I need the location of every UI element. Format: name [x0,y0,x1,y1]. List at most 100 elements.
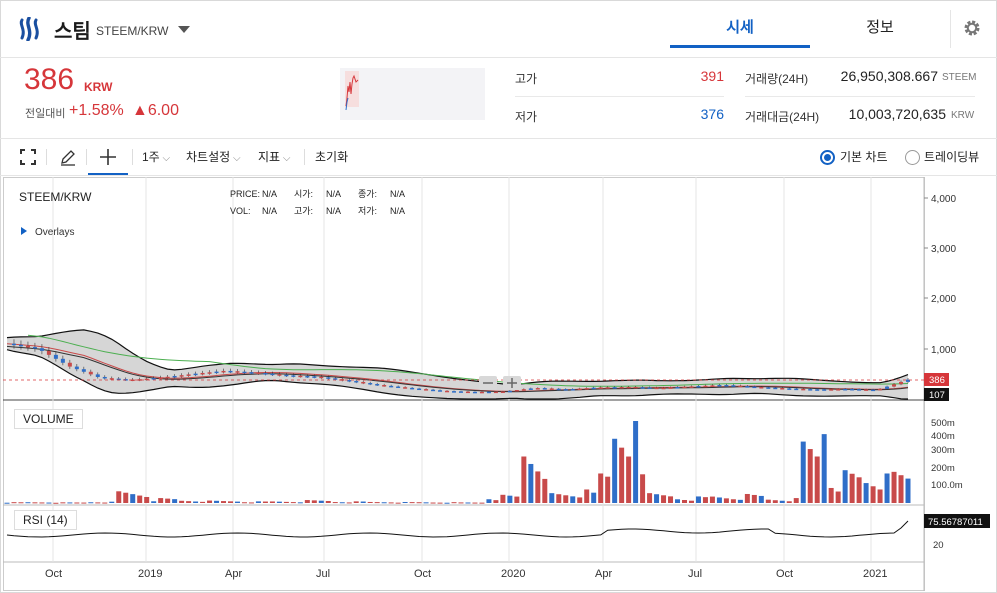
tab-info[interactable]: 정보 [810,0,950,48]
candle-body [738,385,743,388]
volume-bar [479,502,485,504]
candle-body [570,389,575,391]
gear-icon[interactable] [962,18,982,38]
candle-body [410,387,415,390]
chevron-down-icon: ⌵ [230,153,241,164]
volume-bar [116,491,122,503]
candle-body [207,372,212,374]
volume-bar [591,492,597,503]
candle-body [619,387,624,389]
volume-bar [18,502,24,504]
candle-body [780,388,785,390]
fullscreen-icon[interactable] [19,148,37,166]
time-axis-label: Apr [595,568,612,580]
volume-axis: 500m 400m 300m 200m 100.0m [931,418,963,491]
coin-dropdown-caret-icon[interactable] [178,26,190,33]
volume-tick: 400m [931,431,955,442]
volume-bar [339,502,345,504]
chart-settings-menu[interactable]: 차트설정 ⌵ [186,139,241,175]
reset-button[interactable]: 초기화 [315,139,348,175]
volume-bar [416,502,422,504]
period-select[interactable]: 1주 ⌵ [142,139,170,175]
volume-bar [109,501,115,503]
volume-bar [325,501,331,503]
volume-bar [248,502,254,504]
current-price-tag-text: 386 [929,375,945,386]
chevron-down-icon: ⌵ [280,153,291,164]
candle-body [486,391,491,394]
rsi-panel-label[interactable]: RSI (14) [14,510,77,530]
candle-body [396,386,401,389]
candle-body [871,389,876,392]
candle-body [787,388,792,390]
volume-bar [360,501,366,503]
volume-bar [723,498,729,503]
candle-body [158,377,163,380]
info-high-label: 고가: [294,206,313,216]
low-price-tag-text: 107 [929,390,945,401]
volume-panel-label[interactable]: VOLUME [14,409,83,429]
volume-bar [311,500,317,503]
tab-sise[interactable]: 시세 [670,0,810,48]
candle-body [172,375,177,378]
candle-body [102,376,107,379]
candle-body [95,374,100,377]
volume-bar [709,496,715,503]
volume-bar [255,501,261,503]
candle-body [843,388,848,391]
candle-body [899,381,904,385]
time-axis-label: Jul [688,568,702,580]
candle-body [186,374,191,376]
volume-bar [514,496,520,503]
volume-bar [11,502,17,504]
volume-bar [95,502,101,504]
amount-unit: KRW [951,110,975,121]
volume-bar [688,500,694,503]
info-close-label: 종가: [358,189,377,199]
zoom-in-button[interactable] [503,376,521,390]
volume-bar [193,501,199,503]
candle-body [46,350,51,355]
low-value: 376 [700,106,724,122]
indicators-menu[interactable]: 지표 ⌵ [258,139,290,175]
candle-body [11,343,16,346]
volume-bar [102,502,108,504]
volume-bar [891,471,897,503]
overlays-label[interactable]: Overlays [35,227,74,238]
volume-bar [737,499,743,503]
candle-body [438,390,443,392]
candle-body [67,362,72,367]
time-axis-label: 2021 [863,568,887,580]
candle-body [165,376,170,379]
volume-bar [570,496,576,503]
tradingview-radio[interactable] [905,150,920,165]
high-value: 391 [700,68,724,84]
volume-24h-label: 거래량(24H) [745,72,809,86]
volume-bar [374,502,380,504]
candle-body [689,386,694,388]
volume-bar [262,501,268,503]
basic-chart-radio[interactable] [820,150,835,165]
volume-bar [381,502,387,504]
volume-bar [437,502,443,504]
candle-body [465,391,470,394]
volume-bar [528,463,534,503]
volume-bar [123,492,129,503]
tradingview-label[interactable]: 트레이딩뷰 [924,139,979,175]
volume-bar [612,438,618,503]
volume-bar [828,487,834,503]
price-chart[interactable]: STEEM/KRW Overlays PRICE: N/A 시가: N/A 종가… [3,177,993,591]
pencil-icon[interactable] [59,148,77,166]
volume-bar [32,502,38,504]
basic-chart-label[interactable]: 기본 차트 [840,139,888,175]
candle-body [815,389,820,391]
candle-body [591,387,596,390]
zoom-out-button[interactable] [479,376,497,390]
crosshair-icon[interactable] [99,148,117,166]
candle-body [424,389,429,391]
rsi-tick: 20 [933,540,944,551]
volume-bar [640,474,646,503]
volume-bar [633,421,639,503]
period-label: 1주 [142,150,160,164]
volume-bar [402,502,408,504]
